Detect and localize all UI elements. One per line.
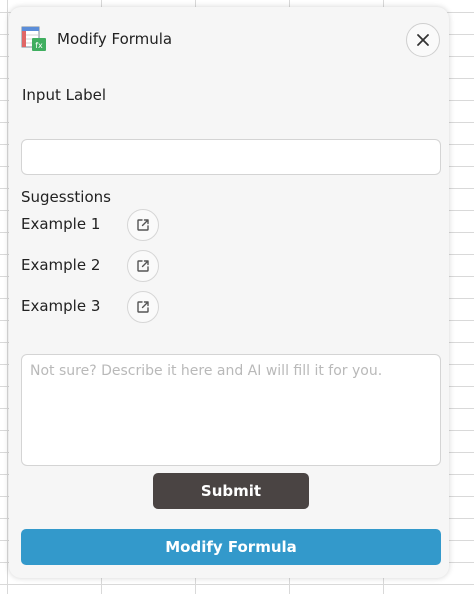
open-external-icon (137, 260, 149, 272)
close-icon (417, 34, 429, 46)
spreadsheet-formula-icon: fx (21, 26, 47, 52)
submit-button[interactable]: Submit (153, 473, 309, 509)
formula-input[interactable] (21, 139, 441, 175)
open-external-icon (137, 219, 149, 231)
suggestion-label: Example 1 (21, 215, 101, 233)
open-suggestion-1-button[interactable] (127, 209, 159, 241)
suggestion-item-2: Example 2 (21, 250, 221, 282)
open-suggestion-2-button[interactable] (127, 250, 159, 282)
panel-title: Modify Formula (57, 30, 173, 48)
suggestion-label: Example 3 (21, 297, 101, 315)
modify-formula-button[interactable]: Modify Formula (21, 529, 441, 565)
svg-text:fx: fx (35, 41, 43, 50)
close-button[interactable] (406, 23, 440, 57)
modify-formula-panel: fx Modify Formula Input Label Sugesstion… (9, 7, 449, 578)
suggestion-item-3: Example 3 (21, 291, 221, 323)
open-suggestion-3-button[interactable] (127, 291, 159, 323)
suggestion-label: Example 2 (21, 256, 101, 274)
panel-header: fx Modify Formula (21, 24, 172, 54)
open-external-icon (137, 301, 149, 313)
input-label: Input Label (22, 86, 107, 104)
suggestions-title: Sugesstions (21, 188, 111, 206)
suggestion-item-1: Example 1 (21, 209, 221, 241)
ai-describe-textarea[interactable] (21, 354, 441, 466)
